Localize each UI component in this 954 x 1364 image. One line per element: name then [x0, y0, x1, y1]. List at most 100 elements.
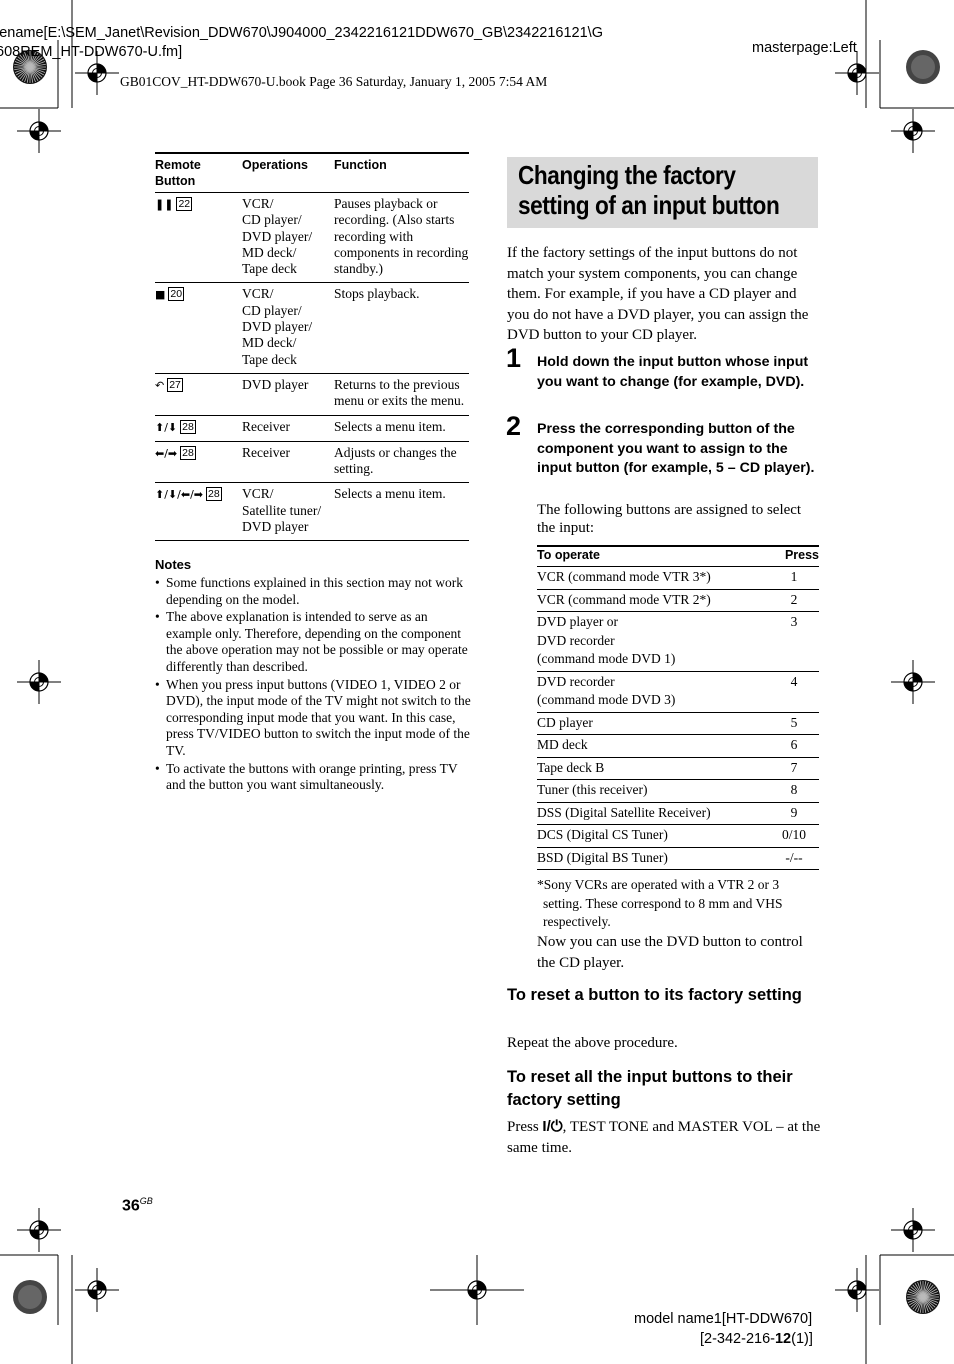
filename-line-2: 608REM_HT-DDW670-U.fm]: [0, 44, 183, 60]
step-2-subtext: The following buttons are assigned to se…: [537, 502, 802, 536]
press-cell: 9: [769, 802, 819, 825]
reset-button-heading: To reset a button to its factory setting: [507, 986, 802, 1004]
intro-paragraph: If the factory settings of the input but…: [507, 245, 809, 344]
to-operate-cell: MD deck: [537, 734, 769, 758]
function-cell: Selects a menu item.: [334, 482, 469, 542]
press-cell: 7: [769, 757, 819, 780]
reference-number: 28: [180, 445, 196, 460]
press-cell: 8: [769, 779, 819, 803]
model-name: model name1[HT-DDW670]: [634, 1311, 813, 1327]
button-symbol-icon: ⬅/➡: [155, 446, 178, 460]
bullet-icon: •: [155, 575, 160, 590]
operations-cell: Receiver: [242, 441, 334, 484]
step-2-number: 2: [506, 411, 522, 441]
to-operate-cell: DSS (Digital Satellite Receiver): [537, 802, 769, 825]
function-cell: Stops playback.: [334, 282, 469, 374]
table-row: ⬆/⬇ 28 Receiver Selects a menu item.: [155, 415, 469, 442]
operations-cell: VCR/CD player/DVD player/MD deck/Tape de…: [242, 282, 334, 374]
to-operate-cell: Tuner (this receiver): [537, 779, 769, 803]
table-row: DVD recorder (command mode DVD 3) 4: [537, 671, 819, 713]
operations-cell: Receiver: [242, 415, 334, 442]
filename-line-1: lename[E:\SEM_Janet\Revision_DDW670\J904…: [0, 25, 603, 41]
function-cell: Selects a menu item.: [334, 415, 469, 442]
table-row: ↶ 27 DVD player Returns to the previous men…: [155, 373, 469, 416]
step-1-number: 1: [506, 343, 522, 373]
table-row: VCR (command mode VTR 3*) 1: [537, 566, 819, 590]
press-cell: 5: [769, 712, 819, 735]
note-item: • The above explanation is intended to se…: [155, 609, 468, 674]
to-operate-cell: VCR (command mode VTR 3*): [537, 566, 769, 590]
table-row: DSS (Digital Satellite Receiver) 9: [537, 802, 819, 825]
reset-all-heading: To reset all the input buttons to their …: [507, 1068, 793, 1109]
remote-button-cell: ⬆/⬇ 28: [155, 415, 242, 442]
table-row: ⬅/➡ 28 Receiver Adjusts or changes the sett…: [155, 441, 469, 484]
table-header-row: To operate Press: [537, 545, 819, 567]
reset-button-text: Repeat the above procedure.: [507, 1035, 678, 1051]
col-header-operations: Operations: [242, 152, 334, 193]
notes-list: • Some functions explained in this sectio…: [155, 575, 471, 794]
table-row: Tape deck B7: [537, 757, 819, 780]
press-cell: 0/10: [769, 824, 819, 848]
note-item: • To activate the buttons with orange pri…: [155, 760, 458, 793]
table-row: MD deck 6: [537, 734, 819, 758]
note-item: • When you press input buttons (VIDEO 1, …: [155, 676, 471, 758]
bullet-icon: •: [155, 609, 160, 625]
press-cell: 1: [769, 566, 819, 590]
notes-section: Notes • Some functions explained in this …: [155, 557, 471, 795]
to-operate-cell: BSD (Digital BS Tuner): [537, 847, 769, 870]
page-number: 36GB: [122, 1196, 153, 1215]
table-row: CD player 5: [537, 712, 819, 735]
reference-number: 27: [167, 377, 183, 392]
reference-number: 22: [176, 197, 193, 211]
step-1-text: Hold down the input button whose input y…: [537, 354, 809, 390]
notes-title: Notes: [155, 557, 192, 572]
function-cell: Pauses playback or recording. (Also star…: [334, 192, 469, 284]
remote-button-cell: ■ 20: [155, 282, 242, 374]
reset-all-text: Press I/⏻, TEST TONE and MASTER VOL – at…: [507, 1118, 821, 1156]
table-row: ⬆/⬇/⬅/➡ 28 VCR/Satellite tuner/DVD player S…: [155, 482, 469, 542]
filename-header: lename[E:\SEM_Janet\Revision_DDW670\J904…: [0, 24, 603, 62]
table-row: DCS (Digital CS Tuner) 0/10: [537, 824, 819, 848]
button-symbol-icon: ⬆/⬇: [155, 420, 178, 434]
color-target-inner: [18, 1285, 42, 1309]
button-symbol-icon: ■: [155, 288, 166, 302]
input-assignment-table: To operate Press VCR (command mode VTR 3…: [537, 545, 819, 870]
remote-button-cell: ↶ 27: [155, 373, 242, 416]
color-target-inner: [911, 55, 935, 79]
note-item: • Some functions explained in this sectio…: [155, 575, 463, 607]
table-row: ■ 20 VCR/CD player/DVD player/MD deck/Tape…: [155, 282, 469, 374]
remote-button-table: Remote Button Operations Function ❚❚ 22 VCR…: [155, 152, 469, 542]
operations-cell: DVD player: [242, 373, 334, 416]
col-header-function: Function: [334, 152, 469, 193]
to-operate-cell: DVD player or DVD recorder (command mode D…: [537, 611, 769, 672]
table-row: BSD (Digital BS Tuner) -/--: [537, 847, 819, 870]
function-cell: Adjusts or changes the setting.: [334, 441, 469, 484]
to-operate-cell: CD player: [537, 712, 769, 735]
to-operate-cell: DVD recorder (command mode DVD 3): [537, 671, 769, 713]
press-cell: 2: [769, 589, 819, 612]
section-title: Changing the factory setting of an input …: [518, 160, 780, 220]
table-row: ❚❚ 22 VCR/CD player/DVD player/MD deck/Tap…: [155, 192, 469, 284]
footnote: *Sony VCRs are operated with a VTR 2 or …: [537, 877, 783, 929]
result-paragraph: Now you can use the DVD button to contro…: [537, 934, 803, 971]
button-symbol-icon: ⬆/⬇/⬅/➡: [155, 488, 203, 502]
to-operate-cell: VCR (command mode VTR 2*): [537, 589, 769, 612]
button-symbol-icon: ↶: [155, 378, 165, 392]
operations-cell: VCR/CD player/DVD player/MD deck/Tape de…: [242, 192, 334, 284]
col-header-press: Press: [769, 545, 819, 567]
table-row: DVD player or DVD recorder (command mode D…: [537, 611, 819, 672]
table-row: VCR (command mode VTR 2*) 2: [537, 589, 819, 612]
press-cell: 4: [769, 671, 819, 713]
reference-number: 28: [206, 487, 222, 502]
remote-button-cell: ⬆/⬇/⬅/➡ 28: [155, 482, 242, 542]
masterpage-label: masterpage:Left: [752, 40, 857, 56]
table-row: Tuner (this receiver) 8: [537, 779, 819, 803]
button-symbol-icon: ❚❚: [155, 198, 174, 211]
remote-button-cell: ❚❚ 22: [155, 192, 242, 284]
reference-number: 28: [180, 419, 196, 434]
table-header-row: Remote Button Operations Function: [155, 152, 469, 193]
bullet-icon: •: [155, 676, 160, 692]
model-code: [2-342-216-12(1)]: [700, 1331, 813, 1347]
col-header-remote-button: Remote Button: [155, 152, 242, 193]
reference-number: 20: [168, 287, 185, 302]
